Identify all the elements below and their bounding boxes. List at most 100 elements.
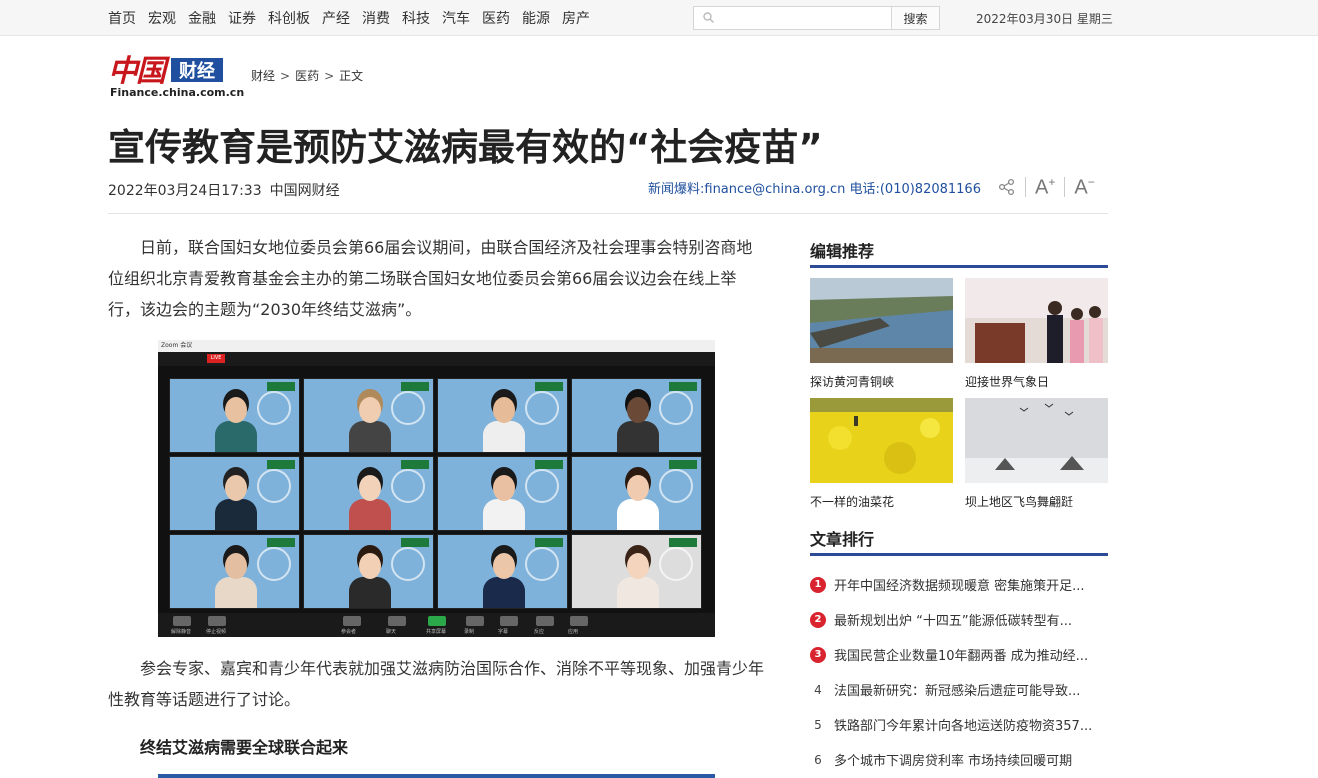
zoom-control-label: 反应 bbox=[534, 629, 545, 635]
zoom-control-label: 参会者 bbox=[341, 629, 357, 635]
zoom-control-icon bbox=[208, 616, 226, 626]
breadcrumb: 财经 > 医药 > 正文 bbox=[251, 69, 364, 83]
participant-grid bbox=[169, 378, 707, 610]
rank-text[interactable]: 多个城市下调房贷利率 市场持续回暖可期 bbox=[834, 750, 1072, 769]
ranking-item[interactable]: 3 我国民营企业数量10年翻两番 成为推动经... bbox=[810, 645, 1088, 664]
article-meta: 2022年03月24日17:33 中国网财经 bbox=[108, 180, 340, 200]
zoom-control-icon bbox=[466, 616, 484, 626]
article-tools: A+ A− bbox=[998, 174, 1095, 200]
zoom-control-icon bbox=[536, 616, 554, 626]
participant-tile bbox=[571, 456, 702, 531]
pick-caption-4[interactable]: 坝上地区飞鸟舞翩跹 bbox=[965, 493, 1073, 510]
csw-badge bbox=[401, 538, 429, 547]
search-field bbox=[693, 6, 892, 30]
participant-figure bbox=[215, 475, 257, 530]
pick-caption-1[interactable]: 探访黄河青铜峡 bbox=[810, 373, 894, 390]
current-date: 2022年03月30日 星期三 bbox=[976, 12, 1113, 26]
article-ranking-underline bbox=[810, 553, 1108, 556]
nav-item-auto[interactable]: 汽车 bbox=[442, 8, 470, 28]
nav-item-macro[interactable]: 宏观 bbox=[148, 8, 176, 28]
nav-item-tech[interactable]: 科技 bbox=[402, 8, 430, 28]
participant-tile bbox=[571, 534, 702, 609]
rank-number: 3 bbox=[810, 646, 826, 663]
rank-text[interactable]: 法国最新研究：新冠感染后遗症可能导致... bbox=[834, 680, 1080, 699]
font-increase-icon[interactable]: A+ bbox=[1035, 175, 1055, 200]
contact-info: 新闻爆料:finance@china.org.cn 电话:(010)820811… bbox=[648, 182, 981, 197]
zoom-control-icon bbox=[570, 616, 588, 626]
pick-caption-3[interactable]: 不一样的油菜花 bbox=[810, 493, 894, 510]
search-button[interactable]: 搜索 bbox=[892, 6, 940, 30]
nav-item-star-market[interactable]: 科创板 bbox=[268, 8, 310, 28]
search-bar: 搜索 bbox=[693, 6, 940, 30]
article-paragraph-1: 日前，联合国妇女地位委员会第66届会议期间，由联合国经济及社会理事会特别咨商地位… bbox=[108, 238, 753, 319]
article-datetime: 2022年03月24日17:33 bbox=[108, 183, 262, 199]
participant-figure bbox=[215, 397, 257, 452]
rank-number: 6 bbox=[814, 752, 822, 767]
participant-figure bbox=[349, 553, 391, 608]
participant-tile bbox=[169, 534, 300, 609]
rank-text[interactable]: 铁路部门今年累计向各地运送防疫物资357... bbox=[834, 715, 1092, 734]
ranking-item[interactable]: 6 多个城市下调房贷利率 市场持续回暖可期 bbox=[810, 750, 1072, 770]
nav-item-home[interactable]: 首页 bbox=[108, 8, 136, 28]
breadcrumb-item-medicine[interactable]: 医药 bbox=[295, 69, 319, 83]
nav-item-finance[interactable]: 金融 bbox=[188, 8, 216, 28]
un-emblem-icon bbox=[391, 391, 425, 425]
participant-tile bbox=[571, 378, 702, 453]
participant-tile bbox=[169, 456, 300, 531]
ranking-item[interactable]: 1 开年中国经济数据频现暖意 密集施策开足... bbox=[810, 575, 1085, 594]
pick-thumb-meteorology[interactable] bbox=[965, 278, 1108, 363]
pick-thumb-yellow-river[interactable] bbox=[810, 278, 953, 363]
zoom-control-label: 解除静音 bbox=[171, 629, 192, 635]
rank-text[interactable]: 开年中国经济数据频现暖意 密集施策开足... bbox=[834, 575, 1085, 594]
zoom-control-icon bbox=[343, 616, 361, 626]
zoom-control-label: 停止视频 bbox=[206, 629, 227, 635]
un-emblem-icon bbox=[391, 547, 425, 581]
nav-item-energy[interactable]: 能源 bbox=[522, 8, 550, 28]
pick-caption-2[interactable]: 迎接世界气象日 bbox=[965, 373, 1049, 390]
participant-figure bbox=[215, 553, 257, 608]
nav-item-securities[interactable]: 证券 bbox=[228, 8, 256, 28]
participant-tile bbox=[437, 534, 568, 609]
next-image-edge bbox=[158, 774, 715, 778]
live-badge: LIVE bbox=[207, 354, 225, 363]
csw-badge bbox=[267, 460, 295, 469]
csw-badge bbox=[267, 538, 295, 547]
participant-figure bbox=[349, 397, 391, 452]
breadcrumb-item-finance[interactable]: 财经 bbox=[251, 69, 275, 83]
participant-tile bbox=[303, 534, 434, 609]
csw-badge bbox=[535, 538, 563, 547]
ranking-item[interactable]: 5 铁路部门今年累计向各地运送防疫物资357... bbox=[810, 715, 1092, 735]
pick-thumb-rapeseed[interactable] bbox=[810, 398, 953, 483]
zoom-control-icon bbox=[500, 616, 518, 626]
nav-item-property[interactable]: 房产 bbox=[562, 8, 590, 28]
site-logo[interactable]: 中国 财经 Finance.china.com.cn bbox=[108, 46, 244, 102]
ranking-item[interactable]: 4 法国最新研究：新冠感染后遗症可能导致... bbox=[810, 680, 1080, 700]
font-decrease-icon[interactable]: A− bbox=[1074, 175, 1094, 200]
share-icon[interactable] bbox=[998, 178, 1016, 196]
participant-figure bbox=[617, 475, 659, 530]
un-emblem-icon bbox=[257, 469, 291, 503]
ranking-item[interactable]: 2 最新规划出炉 “十四五”能源低碳转型有... bbox=[810, 610, 1072, 629]
article-title: 宣传教育是预防艾滋病最有效的“社会疫苗” bbox=[108, 126, 823, 169]
zoom-control-label: 应用 bbox=[568, 629, 579, 635]
zoom-toolbar-top bbox=[158, 352, 715, 366]
un-emblem-icon bbox=[525, 469, 559, 503]
pick-thumb-birds[interactable] bbox=[965, 398, 1108, 483]
rank-text[interactable]: 最新规划出炉 “十四五”能源低碳转型有... bbox=[834, 610, 1072, 629]
csw-badge bbox=[535, 382, 563, 391]
zoom-meeting-photo: Zoom 会议 LIVE 解除静音 停止视频 参会者 聊天 共享屏幕 录制 字幕 反应 应用 bbox=[158, 340, 715, 637]
rank-text[interactable]: 我国民营企业数量10年翻两番 成为推动经... bbox=[834, 645, 1088, 664]
csw-badge bbox=[669, 382, 697, 391]
search-input[interactable] bbox=[720, 7, 890, 29]
un-emblem-icon bbox=[257, 547, 291, 581]
nav-item-consumer[interactable]: 消费 bbox=[362, 8, 390, 28]
article-source[interactable]: 中国网财经 bbox=[270, 183, 340, 199]
zoom-control-icon bbox=[388, 616, 406, 626]
nav-item-industry[interactable]: 产经 bbox=[322, 8, 350, 28]
nav-item-medicine[interactable]: 医药 bbox=[482, 8, 510, 28]
participant-figure bbox=[483, 553, 525, 608]
csw-badge bbox=[401, 460, 429, 469]
participant-tile bbox=[437, 456, 568, 531]
breadcrumb-item-article: 正文 bbox=[339, 69, 364, 83]
csw-badge bbox=[535, 460, 563, 469]
